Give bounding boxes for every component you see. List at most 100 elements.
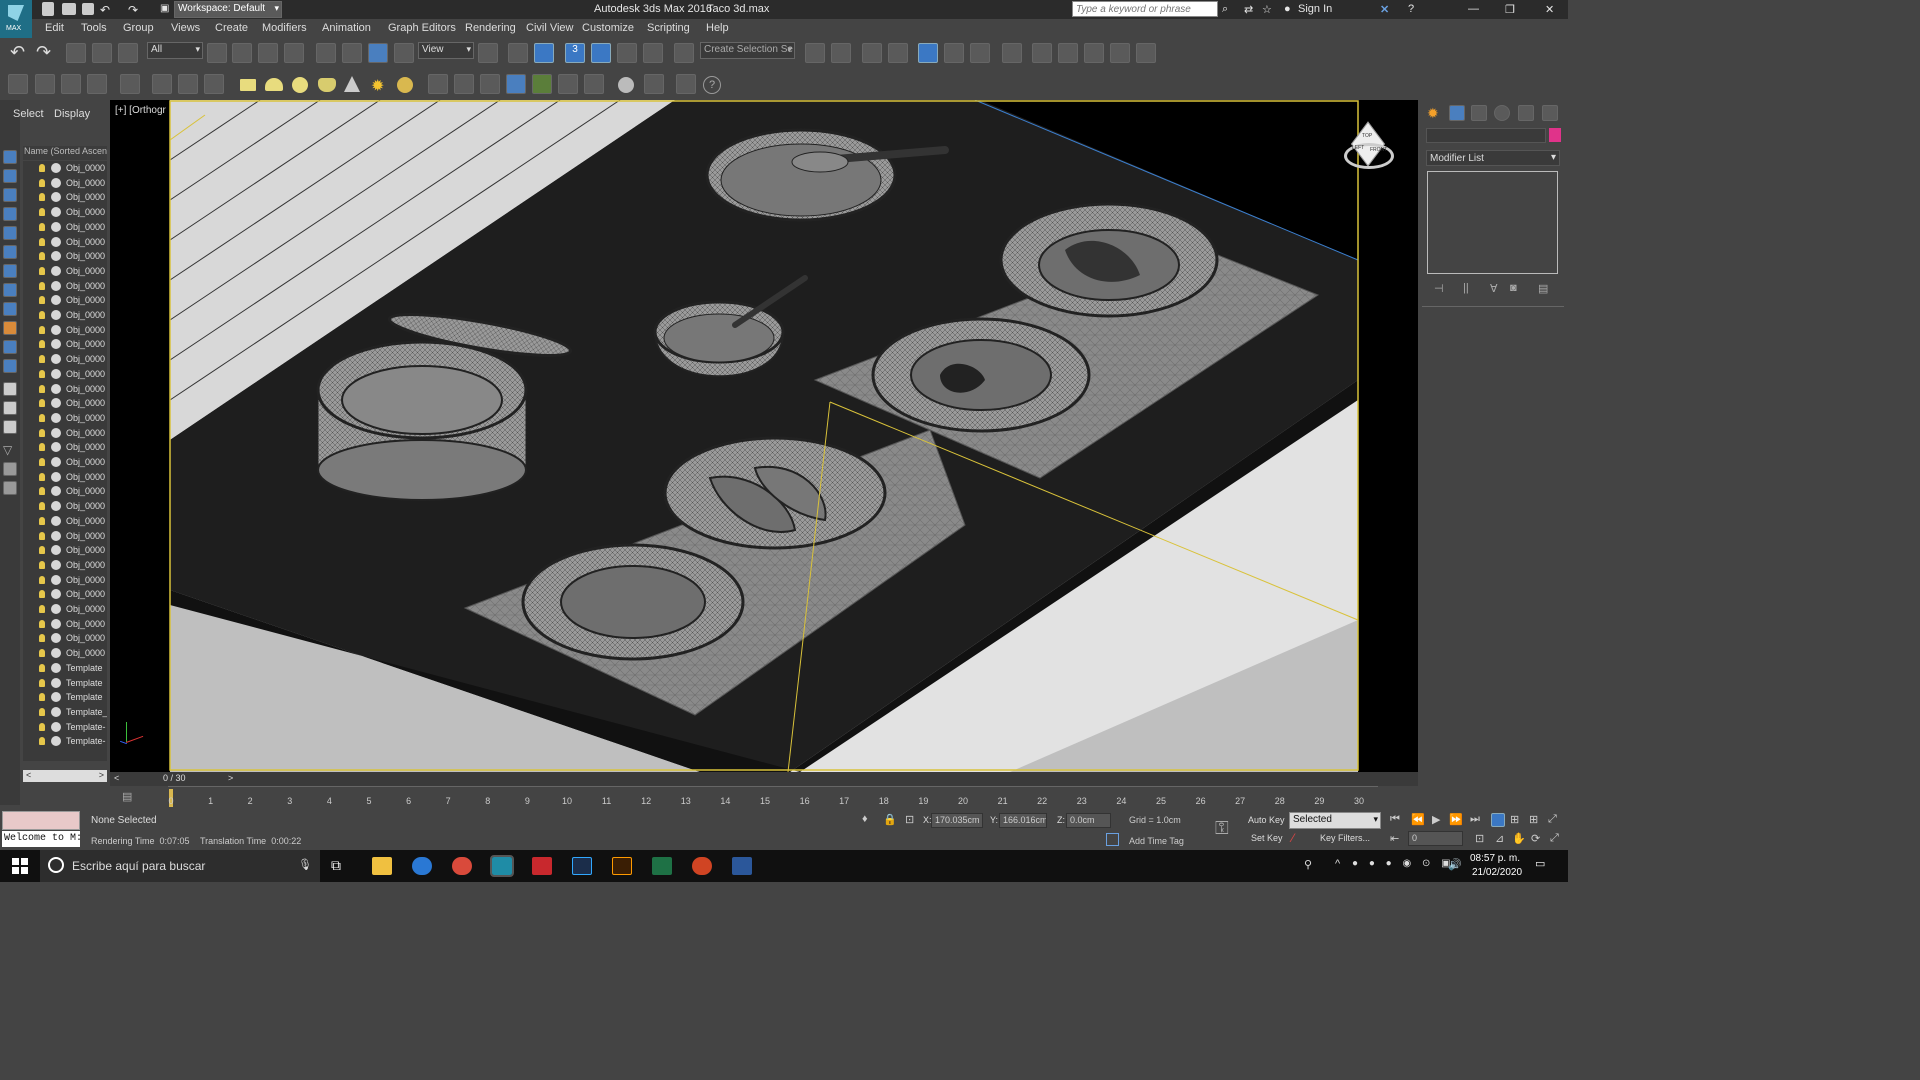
list-item[interactable]: Template-: [23, 734, 107, 748]
notifications-icon[interactable]: ▭: [1535, 857, 1545, 870]
list-item[interactable]: Obj_0000: [23, 484, 107, 498]
time-slider-prev[interactable]: <: [114, 773, 119, 783]
microphone-icon[interactable]: 🎙: [298, 858, 312, 871]
select-and-place-icon[interactable]: [394, 43, 414, 63]
orbit-icon[interactable]: ⟳: [1531, 832, 1540, 845]
cloth-icon[interactable]: [584, 74, 604, 94]
select-object-icon[interactable]: [207, 43, 227, 63]
list-item[interactable]: Obj_0000: [23, 264, 107, 278]
visibility-lightbulb-icon[interactable]: [39, 605, 45, 613]
visibility-lightbulb-icon[interactable]: [39, 193, 45, 202]
rendered-frame-window-icon[interactable]: [1058, 43, 1078, 63]
tray-app-icons[interactable]: ● ● ● ◉ ⊙ ▣: [1352, 858, 1455, 869]
help-icon[interactable]: ?: [1408, 3, 1414, 15]
maxscript-listener-area[interactable]: [2, 811, 80, 830]
redo-button[interactable]: ↷: [36, 42, 51, 63]
spacewarps-filter-icon[interactable]: [3, 302, 17, 316]
list-item[interactable]: Obj_0000: [23, 470, 107, 484]
visibility-lightbulb-icon[interactable]: [39, 399, 45, 408]
select-and-manipulate-icon[interactable]: [508, 43, 528, 63]
menu-views[interactable]: Views: [171, 22, 200, 34]
menu-tools[interactable]: Tools: [81, 22, 107, 34]
key-filters-button[interactable]: Key Filters...: [1320, 833, 1370, 843]
visibility-lightbulb-icon[interactable]: [39, 208, 45, 217]
auto-key-button[interactable]: Auto Key: [1248, 815, 1285, 825]
minimize-button[interactable]: —: [1468, 3, 1479, 15]
visibility-lightbulb-icon[interactable]: [39, 546, 45, 555]
close-button[interactable]: ✕: [1545, 3, 1554, 16]
list-item[interactable]: Obj_0000: [23, 587, 107, 601]
camera-icon[interactable]: [152, 74, 172, 94]
visibility-lightbulb-icon[interactable]: [39, 237, 45, 246]
absolute-mode-icon[interactable]: ⊡: [905, 813, 914, 826]
list-item[interactable]: Template: [23, 690, 107, 704]
binoculars-icon[interactable]: ⌕: [1222, 3, 1228, 16]
use-pivot-center-icon[interactable]: [478, 43, 498, 63]
visibility-lightbulb-icon[interactable]: [39, 722, 45, 731]
selection-lock-icon[interactable]: 🔒: [883, 813, 897, 826]
reference-coordinate-dropdown[interactable]: View: [418, 42, 474, 59]
current-frame-field[interactable]: 0: [1408, 831, 1463, 846]
list-item[interactable]: Obj_0000: [23, 617, 107, 631]
list-item[interactable]: Obj_0000: [23, 646, 107, 660]
configure-icon[interactable]: [3, 481, 17, 495]
list-item[interactable]: Obj_0000: [23, 573, 107, 587]
visibility-lightbulb-icon[interactable]: [39, 678, 45, 687]
percent-snap-toggle-icon[interactable]: [617, 43, 637, 63]
light-lister-icon[interactable]: [120, 74, 140, 94]
people-icon[interactable]: ⚲: [1304, 858, 1312, 871]
maximize-button[interactable]: ❐: [1505, 3, 1515, 16]
select-and-rotate-icon[interactable]: [342, 43, 362, 63]
selection-box-icon[interactable]: [35, 74, 55, 94]
visibility-lightbulb-icon[interactable]: [39, 252, 45, 261]
particle-view-icon[interactable]: [204, 74, 224, 94]
filter-funnel-icon[interactable]: ▽: [3, 443, 12, 457]
list-item[interactable]: Obj_0000: [23, 558, 107, 572]
mirror-icon[interactable]: [805, 43, 825, 63]
add-time-tag-icon[interactable]: [1106, 833, 1119, 846]
previous-frame-icon[interactable]: ⏪: [1411, 813, 1425, 826]
visibility-lightbulb-icon[interactable]: [39, 649, 45, 658]
play-icon[interactable]: ▶: [1432, 813, 1440, 826]
schematic-view-icon[interactable]: [970, 43, 990, 63]
time-slider-next[interactable]: >: [228, 773, 233, 783]
teapot-primitive-icon[interactable]: [318, 78, 336, 92]
foliage-icon[interactable]: [532, 74, 552, 94]
object-color-swatch[interactable]: [1549, 128, 1561, 142]
visibility-lightbulb-icon[interactable]: [39, 266, 45, 275]
modifier-stack[interactable]: [1427, 171, 1558, 274]
list-item[interactable]: Obj_0000: [23, 382, 107, 396]
visibility-lightbulb-icon[interactable]: [39, 531, 45, 540]
list-item[interactable]: Obj_0000: [23, 499, 107, 513]
layers-icon[interactable]: [61, 74, 81, 94]
hierarchy-tab-icon[interactable]: [1471, 105, 1487, 121]
select-and-link-icon[interactable]: [66, 43, 86, 63]
visibility-lightbulb-icon[interactable]: [39, 164, 45, 172]
populate-icon[interactable]: [506, 74, 526, 94]
key-mode-toggle-icon[interactable]: ⇤: [1390, 832, 1399, 845]
align-icon[interactable]: [831, 43, 851, 63]
app-logo[interactable]: MAX: [0, 0, 32, 38]
list-item[interactable]: Obj_0000: [23, 205, 107, 219]
edge-browser-icon[interactable]: [412, 857, 432, 875]
list-item[interactable]: Obj_0000: [23, 631, 107, 645]
sphere-primitive-icon[interactable]: [292, 77, 308, 93]
list-item[interactable]: Obj_0000: [23, 411, 107, 425]
visibility-lightbulb-icon[interactable]: [39, 472, 45, 481]
windows-start-icon[interactable]: [12, 858, 28, 874]
helpers-filter-icon[interactable]: [3, 283, 17, 297]
visibility-lightbulb-icon[interactable]: [39, 369, 45, 378]
set-key-icon[interactable]: ⁄: [1292, 831, 1294, 845]
toggle-scene-explorer-icon[interactable]: [862, 43, 882, 63]
maximize-toggle-icon[interactable]: ⤢: [1550, 832, 1559, 845]
maximize-viewport-icon[interactable]: ⤢: [1548, 813, 1557, 826]
toggle-layer-explorer-icon[interactable]: [888, 43, 908, 63]
menu-group[interactable]: Group: [123, 22, 154, 34]
excel-icon[interactable]: [652, 857, 672, 875]
snaps-toggle-icon[interactable]: 3: [565, 43, 585, 63]
checker-icon[interactable]: [644, 74, 664, 94]
visibility-lightbulb-icon[interactable]: [39, 384, 45, 393]
name-column-header[interactable]: Name (Sorted Ascen: [23, 146, 107, 160]
zoom-extents-icon[interactable]: ⊡: [1475, 832, 1484, 845]
menu-rendering[interactable]: Rendering: [465, 22, 516, 34]
